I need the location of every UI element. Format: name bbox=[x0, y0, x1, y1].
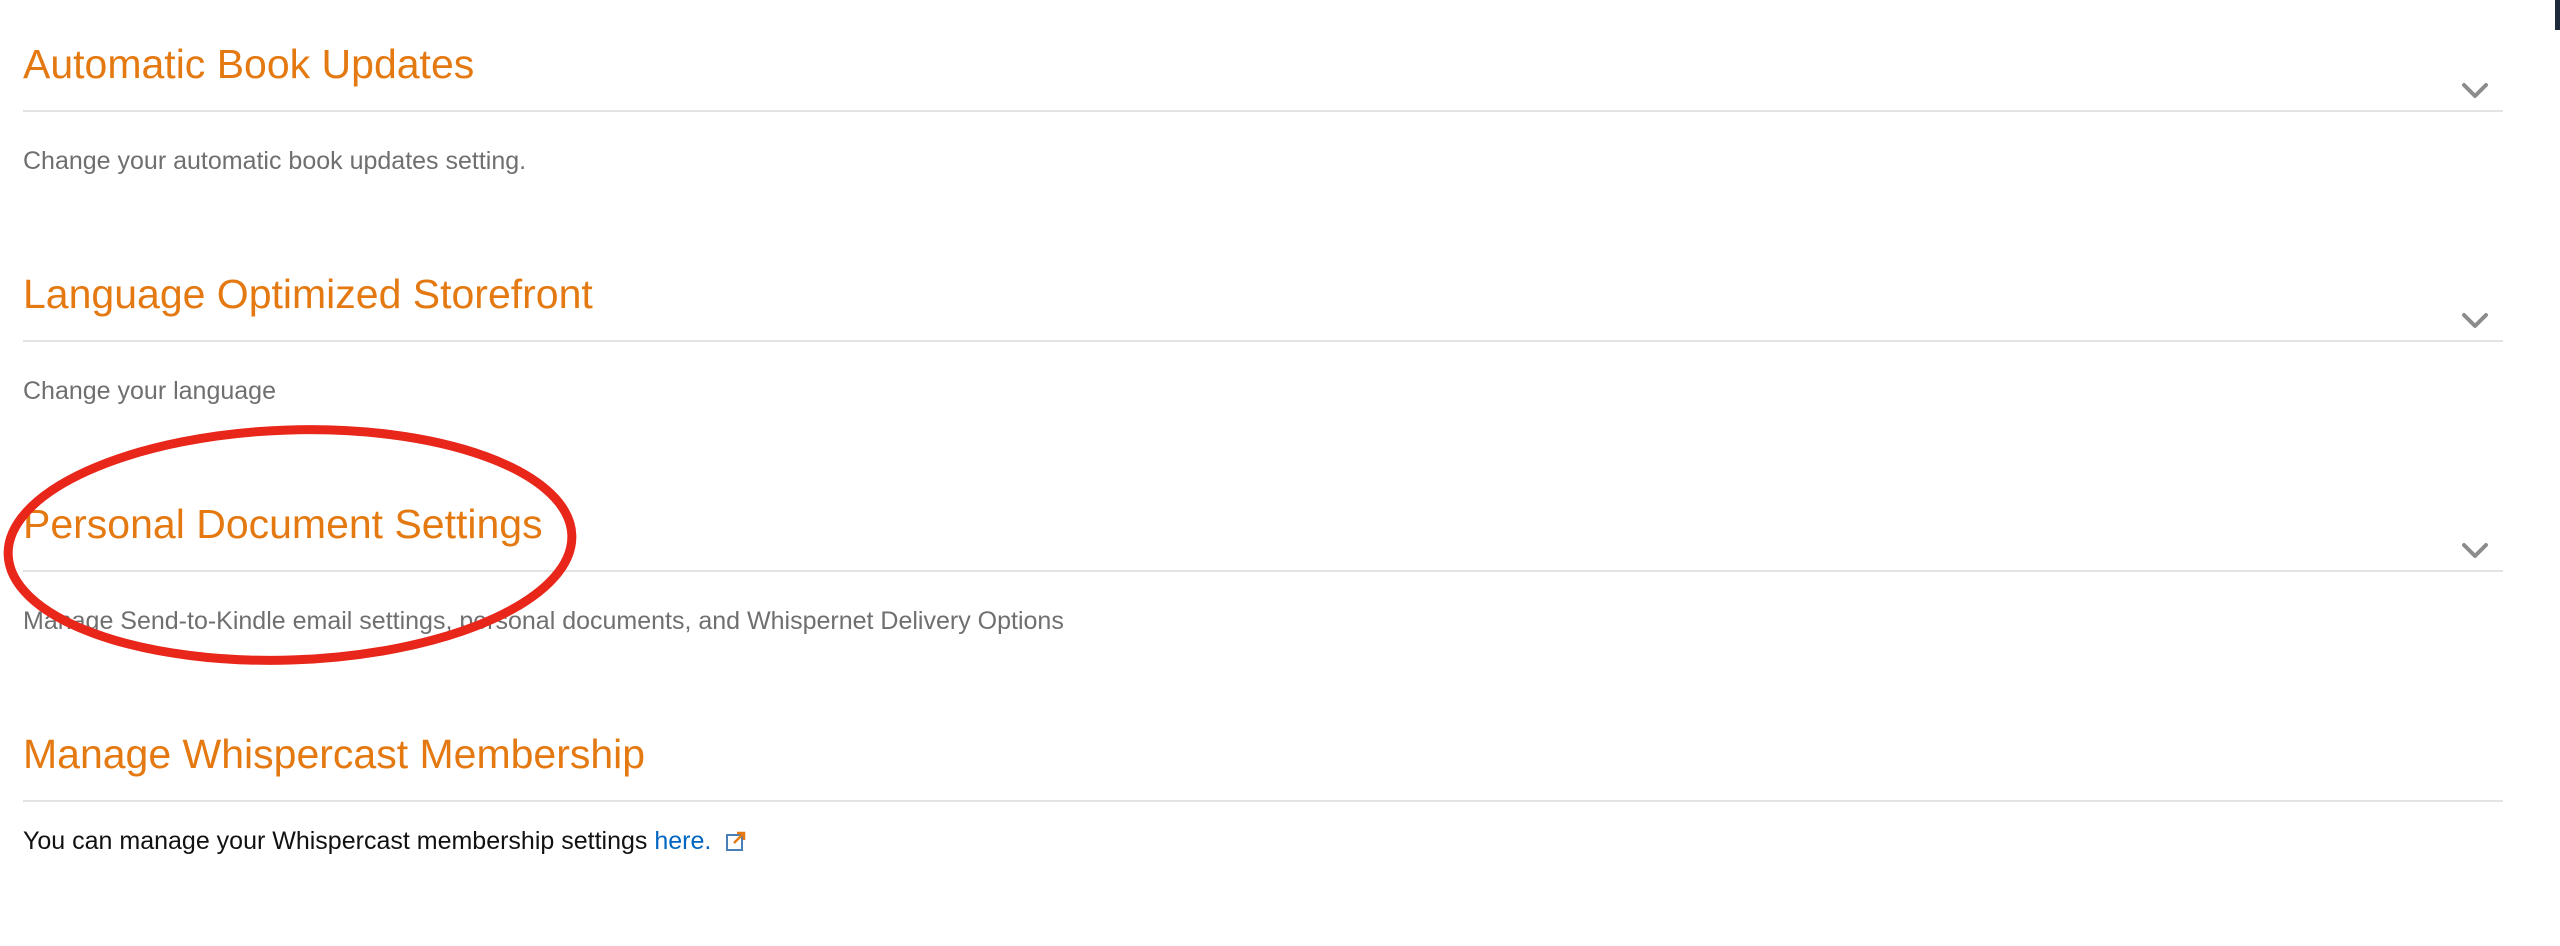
section-header-automatic-book-updates[interactable]: Automatic Book Updates bbox=[23, 0, 2503, 112]
section-description: Manage Send-to-Kindle email settings, pe… bbox=[23, 607, 1064, 635]
chevron-down-icon[interactable] bbox=[2457, 532, 2493, 568]
section-manage-whispercast-membership: Manage Whispercast Membership You can ma… bbox=[23, 690, 2503, 856]
section-header-manage-whispercast-membership: Manage Whispercast Membership bbox=[23, 690, 2503, 802]
section-header-personal-document-settings[interactable]: Personal Document Settings bbox=[23, 460, 2503, 572]
window-edge bbox=[2555, 0, 2560, 30]
section-title: Automatic Book Updates bbox=[23, 41, 475, 87]
section-header-language-optimized-storefront[interactable]: Language Optimized Storefront bbox=[23, 230, 2503, 342]
external-link-icon[interactable] bbox=[724, 829, 748, 853]
section-description: Change your automatic book updates setti… bbox=[23, 147, 527, 175]
whispercast-here-link[interactable]: here. bbox=[654, 827, 711, 855]
section-description: You can manage your Whispercast membersh… bbox=[23, 802, 2503, 856]
settings-page: Automatic Book Updates Change your autom… bbox=[0, 0, 2560, 946]
section-title: Personal Document Settings bbox=[23, 501, 543, 547]
chevron-down-icon[interactable] bbox=[2457, 302, 2493, 338]
section-description: Change your language bbox=[23, 377, 276, 405]
whispercast-description-text: You can manage your Whispercast membersh… bbox=[23, 827, 648, 855]
chevron-down-icon[interactable] bbox=[2457, 72, 2493, 108]
section-language-optimized-storefront: Language Optimized Storefront Change you… bbox=[23, 230, 2503, 406]
section-personal-document-settings: Personal Document Settings Manage Send-t… bbox=[23, 460, 2503, 636]
section-title: Language Optimized Storefront bbox=[23, 271, 593, 317]
section-title: Manage Whispercast Membership bbox=[23, 731, 646, 777]
section-automatic-book-updates: Automatic Book Updates Change your autom… bbox=[23, 0, 2503, 176]
